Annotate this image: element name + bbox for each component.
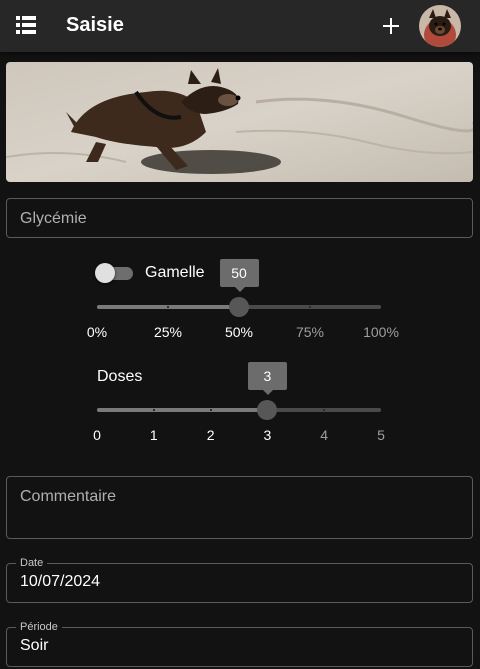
date-value: 10/07/2024	[20, 573, 101, 590]
slider-mark-label: 3	[263, 427, 272, 443]
slider-tick	[323, 409, 326, 411]
gamelle-slider[interactable]	[97, 297, 381, 317]
gamelle-label: Gamelle	[145, 264, 205, 281]
slider-thumb[interactable]	[257, 400, 278, 420]
slider-mark-label: 100%	[363, 324, 399, 340]
glycemie-placeholder: Glycémie	[20, 210, 87, 227]
periode-label: Période	[16, 621, 62, 633]
slider-mark-label: 4	[320, 427, 329, 443]
slider-mark-label: 0	[93, 427, 101, 443]
slider-tick	[309, 306, 311, 308]
periode-field[interactable]: Période Soir	[6, 621, 473, 667]
page-title: Saisie	[66, 14, 124, 36]
slider-mark-label: 2	[206, 427, 215, 443]
slider-thumb[interactable]	[229, 297, 249, 317]
plus-icon[interactable]	[380, 15, 402, 37]
slider-mark-label: 1	[149, 427, 158, 443]
slider-mark-label: 50%	[224, 324, 254, 340]
date-label: Date	[16, 557, 48, 569]
slider-fill	[97, 408, 268, 412]
gamelle-switch[interactable]	[95, 263, 135, 283]
slider-tick	[209, 409, 212, 411]
glycemie-input[interactable]: Glycémie	[6, 198, 473, 238]
avatar[interactable]	[419, 5, 461, 47]
slider-tick	[152, 409, 155, 411]
slider-mark-label: 0%	[86, 324, 108, 340]
slider-mark-label: 75%	[295, 324, 325, 340]
doses-slider[interactable]	[97, 400, 381, 420]
periode-value: Soir	[20, 637, 49, 654]
commentaire-placeholder: Commentaire	[20, 488, 117, 505]
date-field[interactable]: Date 10/07/2024	[6, 557, 473, 603]
slider-mark-label: 5	[377, 427, 385, 443]
commentaire-input[interactable]: Commentaire	[6, 476, 473, 539]
gamelle-value-label: 50	[219, 259, 259, 292]
doses-label: Doses	[97, 368, 143, 385]
switch-thumb	[95, 263, 115, 283]
slider-mark-label: 25%	[153, 324, 183, 340]
slider-tick	[167, 306, 169, 308]
doses-value-label: 3	[247, 362, 287, 395]
app-bar: Saisie	[0, 0, 480, 52]
list-icon[interactable]	[16, 16, 36, 34]
dog-photo-banner	[6, 62, 473, 182]
